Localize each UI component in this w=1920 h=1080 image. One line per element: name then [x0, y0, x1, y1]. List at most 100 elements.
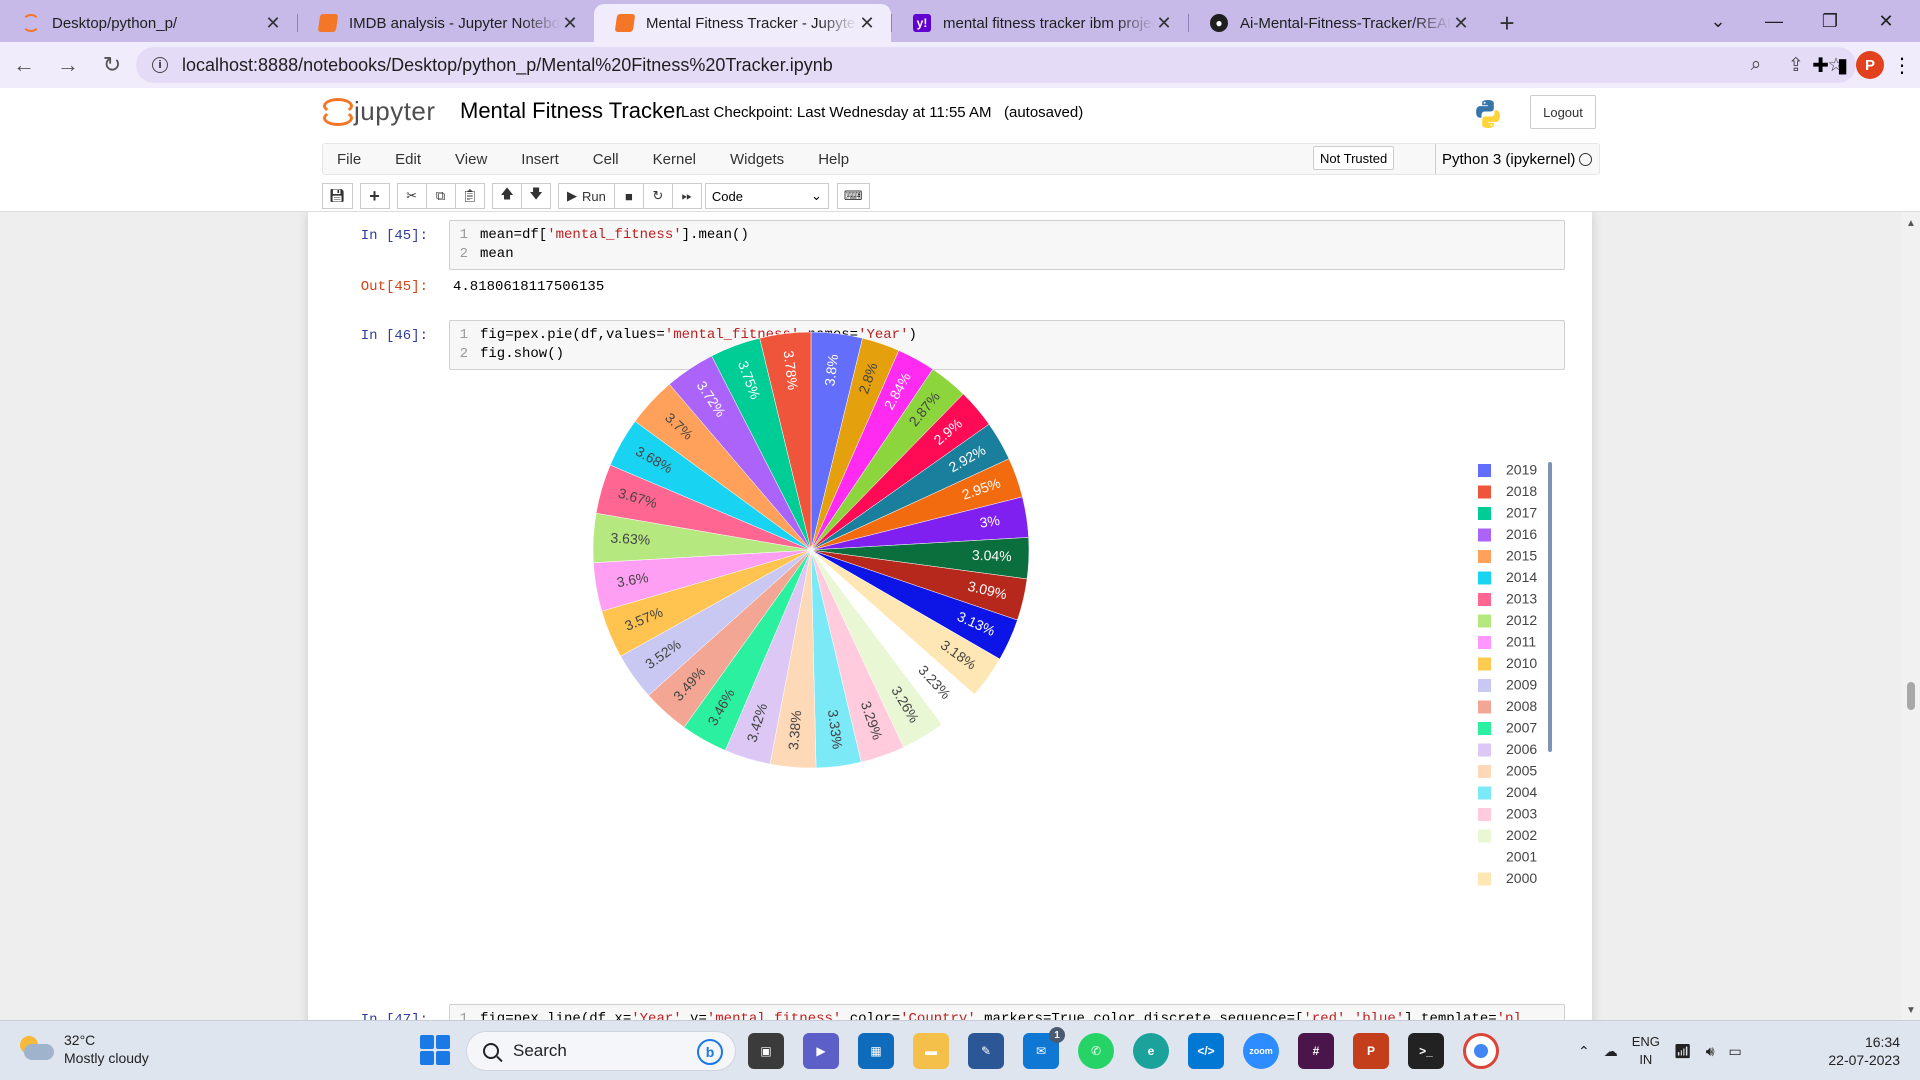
reload-button[interactable]: ↻ [92, 45, 132, 85]
forward-button[interactable]: → [48, 45, 88, 85]
legend-item[interactable]: 2000 [1478, 870, 1537, 886]
edge-icon[interactable]: e [1133, 1033, 1169, 1069]
zoom-icon[interactable]: ⌕ [1736, 54, 1776, 76]
url-bar[interactable]: i localhost:8888/notebooks/Desktop/pytho… [136, 47, 1856, 83]
language-indicator[interactable]: ENG IN [1632, 1033, 1660, 1069]
profile-avatar[interactable]: P [1856, 51, 1884, 79]
zoom-icon[interactable]: zoom [1243, 1033, 1279, 1069]
close-icon[interactable]: ✕ [560, 13, 580, 34]
insert-cell-button[interactable]: + [359, 183, 390, 209]
chevron-up-icon[interactable]: ⌃ [1578, 1043, 1590, 1060]
mail-icon[interactable]: ✉ 1 [1023, 1027, 1065, 1069]
start-button[interactable] [420, 1035, 450, 1065]
interrupt-button[interactable]: ■ [613, 183, 644, 209]
copy-button[interactable]: ⧉ [425, 183, 456, 209]
legend-item[interactable]: 2013 [1478, 591, 1537, 607]
legend-item[interactable]: 2007 [1478, 720, 1537, 736]
menu-widgets[interactable]: Widgets [713, 151, 801, 168]
close-icon[interactable]: ✕ [1154, 13, 1174, 34]
tab-imdb-analysis[interactable]: IMDB analysis - Jupyter Notebook ✕ [297, 4, 594, 42]
legend-item[interactable]: 2006 [1478, 741, 1537, 757]
share-icon[interactable]: ⇪ [1776, 54, 1816, 77]
legend-item[interactable]: 2010 [1478, 655, 1537, 671]
logout-button[interactable]: Logout [1530, 95, 1596, 129]
taskbar-clock[interactable]: 16:34 22-07-2023 [1808, 1033, 1900, 1069]
bing-icon[interactable]: b [697, 1039, 723, 1065]
scroll-down-icon[interactable]: ▼ [1906, 1005, 1916, 1016]
store-icon[interactable]: ▦ [858, 1033, 894, 1069]
restart-run-all-button[interactable]: ⏩︎ [671, 183, 702, 209]
menu-kernel[interactable]: Kernel [636, 151, 713, 168]
terminal-icon[interactable]: >_ [1408, 1033, 1444, 1069]
move-down-button[interactable]: 🡇 [521, 183, 552, 209]
restart-button[interactable]: ↻ [642, 183, 673, 209]
teams-icon[interactable]: ▶ [803, 1033, 839, 1069]
pie-chart[interactable]: 3.8% 2.8% 2.84%2.87%2.9%2.92%2.95%3%3.04%3… [308, 212, 1592, 912]
legend-item[interactable]: 2018 [1478, 483, 1537, 499]
slack-icon[interactable]: # [1298, 1033, 1334, 1069]
kernel-name[interactable]: Python 3 (ipykernel) [1435, 144, 1575, 174]
menu-insert[interactable]: Insert [504, 151, 576, 168]
legend-item[interactable]: 2019 [1478, 462, 1537, 478]
snipping-tool-icon[interactable]: ✎ [968, 1033, 1004, 1069]
close-icon[interactable]: ✕ [263, 13, 283, 34]
menu-file[interactable]: File [323, 151, 378, 168]
tab-desktop[interactable]: Desktop/python_p/ ✕ [0, 4, 297, 42]
browser-menu-icon[interactable]: ⋮ [1892, 53, 1912, 78]
back-button[interactable]: ← [4, 45, 44, 85]
notebook-scroll-area[interactable]: In [45]: 1 mean=df['mental_fitness'].mean… [0, 212, 1920, 1020]
url-text[interactable]: localhost:8888/notebooks/Desktop/python_… [182, 55, 833, 76]
site-info-icon[interactable]: i [152, 57, 168, 73]
notebook-title[interactable]: Mental Fitness Tracker [460, 98, 683, 124]
command-palette-keyboard-icon[interactable]: ⌨ [836, 183, 870, 209]
file-explorer-icon[interactable]: ▬ [913, 1033, 949, 1069]
legend-item[interactable]: 2001 [1478, 849, 1537, 865]
whatsapp-icon[interactable]: ✆ [1078, 1033, 1114, 1069]
battery-icon[interactable]: ▭ [1729, 1043, 1742, 1060]
jupyter-logo[interactable]: jupyter [322, 96, 436, 127]
menu-help[interactable]: Help [801, 151, 866, 168]
weather-widget[interactable]: 32°C Mostly cloudy [18, 1031, 149, 1067]
task-view-icon[interactable]: ▣ [748, 1033, 784, 1069]
chart-legend[interactable]: 2019 2018 2017 2016 2015 2014 2013 2012 2011 2010… [1478, 462, 1537, 887]
chrome-icon[interactable] [1463, 1033, 1499, 1069]
move-up-button[interactable]: 🡅 [492, 183, 523, 209]
legend-item[interactable]: 2014 [1478, 569, 1537, 585]
extensions-puzzle-icon[interactable]: ✚ [1812, 53, 1829, 78]
paste-button[interactable]: 📋︎ [454, 183, 486, 209]
minimize-button[interactable]: — [1746, 0, 1802, 42]
window-close-button[interactable]: ✕ [1858, 0, 1914, 42]
cell-type-select[interactable]: Code ⌄ [704, 183, 829, 209]
menu-view[interactable]: View [438, 151, 504, 168]
new-tab-button[interactable]: + [1485, 4, 1529, 42]
scroll-up-icon[interactable]: ▲ [1906, 218, 1916, 229]
legend-item[interactable]: 2004 [1478, 784, 1537, 800]
tab-github-readme[interactable]: ● Ai-Mental-Fitness-Tracker/README ✕ [1188, 4, 1485, 42]
cut-button[interactable]: ✂ [396, 183, 427, 209]
legend-item[interactable]: 2002 [1478, 827, 1537, 843]
legend-scrollbar[interactable] [1548, 462, 1552, 752]
legend-item[interactable]: 2015 [1478, 548, 1537, 564]
vscode-icon[interactable]: </> [1188, 1033, 1224, 1069]
close-icon[interactable]: ✕ [857, 13, 877, 34]
onedrive-cloud-icon[interactable]: ☁ [1604, 1043, 1618, 1060]
wifi-icon[interactable]: 📶︎ [1674, 1043, 1692, 1060]
close-icon[interactable]: ✕ [1451, 13, 1471, 34]
run-button[interactable]: ▶ Run [558, 183, 615, 209]
code-cell-input[interactable]: 1 fig=pex.line(df,x= 'Year' ,y='mental_fitn… [449, 1004, 1565, 1020]
tab-search-chevron-icon[interactable]: ⌄ [1690, 0, 1746, 42]
not-trusted-button[interactable]: Not Trusted [1313, 146, 1395, 170]
side-panel-icon[interactable]: ▮ [1837, 53, 1848, 78]
legend-item[interactable]: 2009 [1478, 677, 1537, 693]
taskbar-search[interactable]: Search b [466, 1031, 736, 1071]
tab-yahoo-search[interactable]: y! mental fitness tracker ibm project ✕ [891, 4, 1188, 42]
legend-item[interactable]: 2011 [1478, 634, 1536, 650]
legend-item[interactable]: 2012 [1478, 612, 1537, 628]
restore-button[interactable]: ❐ [1802, 0, 1858, 42]
legend-item[interactable]: 2003 [1478, 806, 1537, 822]
scroll-thumb[interactable] [1907, 682, 1915, 710]
menu-edit[interactable]: Edit [378, 151, 438, 168]
legend-item[interactable]: 2017 [1478, 505, 1537, 521]
save-button[interactable]: 💾︎ [322, 183, 353, 209]
legend-item[interactable]: 2008 [1478, 698, 1537, 714]
